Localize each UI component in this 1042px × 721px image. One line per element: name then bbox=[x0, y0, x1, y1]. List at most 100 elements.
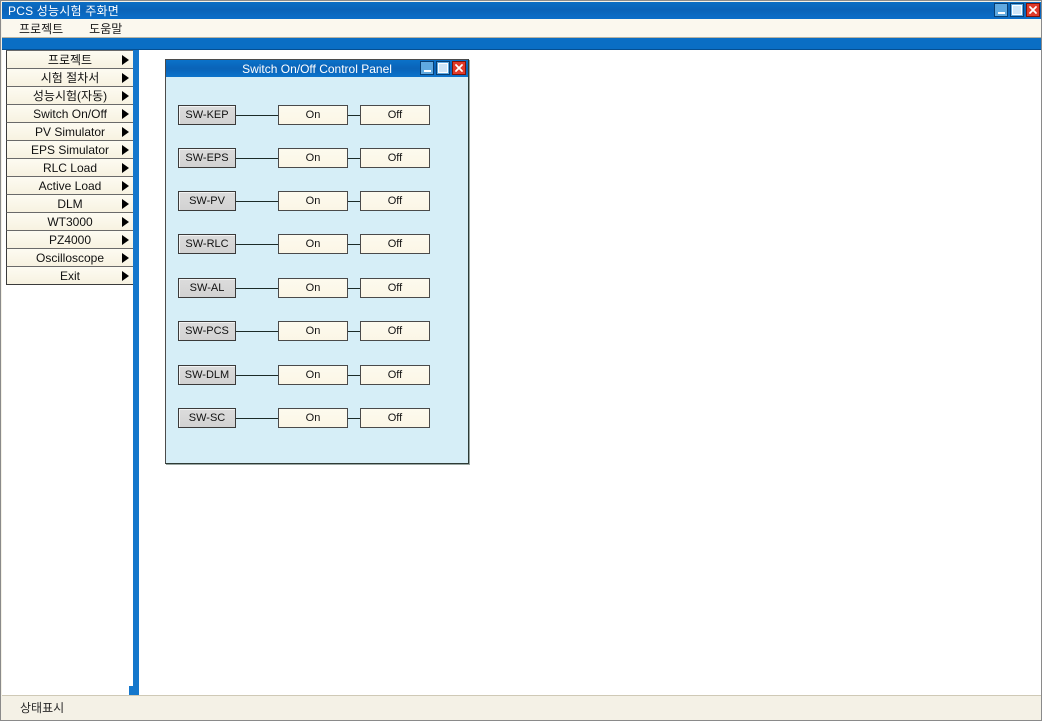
connector-line bbox=[236, 287, 278, 289]
switch-row: SW-PCS On Off bbox=[178, 321, 458, 341]
sidebar-item-wt3000[interactable]: WT3000 bbox=[6, 212, 134, 231]
switch-name-label: SW-KEP bbox=[178, 105, 236, 125]
connector-line bbox=[236, 374, 278, 376]
menu-item-help[interactable]: 도움말 bbox=[80, 19, 131, 38]
sidebar-item-label: PZ4000 bbox=[48, 232, 92, 247]
triangle-right-icon bbox=[122, 252, 129, 263]
statusbar: 상태표시 bbox=[2, 695, 1041, 719]
sidebar-item-label: EPS Simulator bbox=[30, 142, 110, 157]
application-window: PCS 성능시험 주화면 프로젝트 도움말 프로젝트 시험 절차서 성능시험(자… bbox=[0, 0, 1042, 721]
switch-on-button[interactable]: On bbox=[278, 191, 348, 211]
triangle-right-icon bbox=[122, 90, 129, 101]
sidebar-item-label: 시험 절차서 bbox=[40, 71, 100, 85]
switch-off-button[interactable]: Off bbox=[360, 105, 430, 125]
sidebar-item-label: PV Simulator bbox=[34, 124, 106, 139]
triangle-right-icon bbox=[122, 198, 129, 209]
connector-line bbox=[348, 330, 360, 332]
triangle-right-icon bbox=[122, 180, 129, 191]
menu-item-project[interactable]: 프로젝트 bbox=[10, 19, 72, 38]
triangle-right-icon bbox=[122, 54, 129, 65]
sidebar-item-label: 성능시험(자동) bbox=[32, 89, 108, 103]
switch-off-button[interactable]: Off bbox=[360, 365, 430, 385]
switch-on-button[interactable]: On bbox=[278, 234, 348, 254]
switch-off-button[interactable]: Off bbox=[360, 321, 430, 341]
switch-off-button[interactable]: Off bbox=[360, 278, 430, 298]
switch-name-label: SW-PCS bbox=[178, 321, 236, 341]
minimize-icon[interactable] bbox=[994, 3, 1008, 17]
connector-line bbox=[236, 157, 278, 159]
triangle-right-icon bbox=[122, 216, 129, 227]
switch-on-button[interactable]: On bbox=[278, 278, 348, 298]
sidebar-item-label: DLM bbox=[57, 196, 83, 211]
switch-on-button[interactable]: On bbox=[278, 148, 348, 168]
switch-name-label: SW-SC bbox=[178, 408, 236, 428]
switch-on-button[interactable]: On bbox=[278, 105, 348, 125]
status-marker bbox=[129, 686, 138, 695]
connector-line bbox=[236, 417, 278, 419]
triangle-right-icon bbox=[122, 234, 129, 245]
window-title: PCS 성능시험 주화면 bbox=[8, 4, 120, 18]
menubar: 프로젝트 도움말 bbox=[2, 19, 1041, 38]
status-text: 상태표시 bbox=[20, 701, 65, 715]
switch-row: SW-SC On Off bbox=[178, 408, 458, 428]
sidebar-item-switch-on-off[interactable]: Switch On/Off bbox=[6, 104, 134, 123]
sidebar-item-rlc-load[interactable]: RLC Load bbox=[6, 158, 134, 177]
close-icon[interactable] bbox=[1026, 3, 1040, 17]
triangle-right-icon bbox=[122, 108, 129, 119]
triangle-right-icon bbox=[122, 72, 129, 83]
window-titlebar: PCS 성능시험 주화면 bbox=[2, 2, 1041, 19]
connector-line bbox=[348, 374, 360, 376]
sidebar-item-label: RLC Load bbox=[42, 160, 98, 175]
sidebar-item-label: WT3000 bbox=[47, 214, 93, 229]
switch-name-label: SW-DLM bbox=[178, 365, 236, 385]
switch-row: SW-EPS On Off bbox=[178, 148, 458, 168]
switch-off-button[interactable]: Off bbox=[360, 408, 430, 428]
sidebar-item-label: Exit bbox=[59, 268, 80, 283]
switch-off-button[interactable]: Off bbox=[360, 191, 430, 211]
sidebar-item-oscilloscope[interactable]: Oscilloscope bbox=[6, 248, 134, 267]
sidebar-item-project[interactable]: 프로젝트 bbox=[6, 50, 134, 69]
sidebar-item-label: Active Load bbox=[38, 178, 102, 193]
sidebar-item-exit[interactable]: Exit bbox=[6, 266, 134, 285]
sidebar-item-eps-simulator[interactable]: EPS Simulator bbox=[6, 140, 134, 159]
sidebar-item-dlm[interactable]: DLM bbox=[6, 194, 134, 213]
toolbar-band bbox=[2, 38, 1041, 50]
switch-off-button[interactable]: Off bbox=[360, 148, 430, 168]
switch-on-button[interactable]: On bbox=[278, 408, 348, 428]
triangle-right-icon bbox=[122, 126, 129, 137]
sidebar-item-pz4000[interactable]: PZ4000 bbox=[6, 230, 134, 249]
triangle-right-icon bbox=[122, 270, 129, 281]
maximize-icon[interactable] bbox=[436, 61, 450, 75]
connector-line bbox=[348, 200, 360, 202]
switch-off-button[interactable]: Off bbox=[360, 234, 430, 254]
connector-line bbox=[348, 114, 360, 116]
sidebar-item-active-load[interactable]: Active Load bbox=[6, 176, 134, 195]
connector-line bbox=[348, 243, 360, 245]
minimize-icon[interactable] bbox=[420, 61, 434, 75]
sidebar-item-label: Oscilloscope bbox=[35, 250, 105, 265]
close-icon[interactable] bbox=[452, 61, 466, 75]
switch-name-label: SW-RLC bbox=[178, 234, 236, 254]
maximize-icon[interactable] bbox=[1010, 3, 1024, 17]
switch-row: SW-AL On Off bbox=[178, 278, 458, 298]
sidebar: 프로젝트 시험 절차서 성능시험(자동) Switch On/Off PV Si… bbox=[2, 50, 139, 696]
triangle-right-icon bbox=[122, 162, 129, 173]
connector-line bbox=[236, 330, 278, 332]
window-controls bbox=[994, 3, 1040, 17]
switch-on-button[interactable]: On bbox=[278, 321, 348, 341]
sidebar-item-test-procedure[interactable]: 시험 절차서 bbox=[6, 68, 134, 87]
switch-on-button[interactable]: On bbox=[278, 365, 348, 385]
switch-row: SW-KEP On Off bbox=[178, 105, 458, 125]
sidebar-item-label: Switch On/Off bbox=[33, 106, 107, 121]
dialog-title: Switch On/Off Control Panel bbox=[242, 61, 392, 76]
dialog-titlebar: Switch On/Off Control Panel bbox=[166, 60, 468, 77]
dialog-window-controls bbox=[420, 61, 466, 75]
connector-line bbox=[236, 200, 278, 202]
dialog-body: SW-KEP On Off SW-EPS On Off SW-PV On Off… bbox=[166, 77, 468, 463]
sidebar-item-pv-simulator[interactable]: PV Simulator bbox=[6, 122, 134, 141]
switch-name-label: SW-PV bbox=[178, 191, 236, 211]
sidebar-item-performance-test-auto[interactable]: 성능시험(자동) bbox=[6, 86, 134, 105]
switch-name-label: SW-EPS bbox=[178, 148, 236, 168]
switch-control-panel-dialog: Switch On/Off Control Panel SW-KEP On Of… bbox=[165, 59, 469, 464]
connector-line bbox=[236, 243, 278, 245]
